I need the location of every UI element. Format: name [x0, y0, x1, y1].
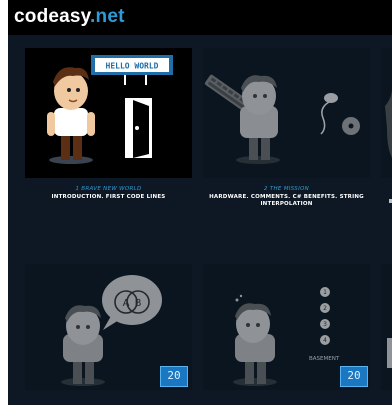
svg-text:2: 2: [323, 305, 327, 312]
chapter-1-illustration: HELLO WORLD: [47, 55, 173, 164]
chapter-2-number: 2 THE MISSION: [263, 186, 310, 192]
hello-world-sign: HELLO WORLD: [106, 62, 159, 71]
chapter-2-caption[interactable]: 2 THE MISSION HARDWARE. COMMENTS. C# BEN…: [203, 186, 370, 208]
chapter-3-tile-partial[interactable]: [381, 48, 392, 178]
svg-text:1: 1: [323, 289, 327, 296]
chapter-1-number: 1 BRAVE NEW WORLD: [75, 186, 142, 192]
locked-tile-3-figure: [387, 338, 392, 368]
svg-text:A: A: [123, 298, 130, 309]
window-edge: [0, 0, 8, 405]
chapter-2-description: HARDWARE. COMMENTS. C# BENEFITS. STRING …: [209, 194, 364, 207]
svg-text:3: 3: [323, 321, 327, 328]
locked-tile-2-badge: 20: [340, 366, 368, 387]
chapter-3-illustration: [385, 88, 392, 158]
site-logo[interactable]: codeasy.net: [14, 6, 125, 28]
locked-tile-1[interactable]: A B 20: [25, 264, 192, 390]
chapter-1-description: INTRODUCTION. FIRST CODE LINES: [51, 194, 166, 200]
chapter-2-tile[interactable]: [203, 48, 370, 178]
chapter-2-illustration: [204, 74, 360, 164]
chapter-1-caption[interactable]: 1 BRAVE NEW WORLD INTRODUCTION. FIRST CO…: [25, 186, 192, 201]
svg-text:4: 4: [323, 337, 327, 344]
site-header: codeasy.net: [8, 0, 392, 35]
locked-tile-1-badge: 20: [160, 366, 188, 387]
basement-label: BASEMENT: [309, 356, 340, 362]
svg-text:B: B: [135, 298, 142, 309]
chapter-1-tile[interactable]: HELLO WORLD: [25, 48, 192, 178]
locked-tile-2[interactable]: 1 2 3 4 BASEMENT 20: [203, 264, 370, 390]
locked-tile-3-partial[interactable]: [381, 264, 392, 390]
